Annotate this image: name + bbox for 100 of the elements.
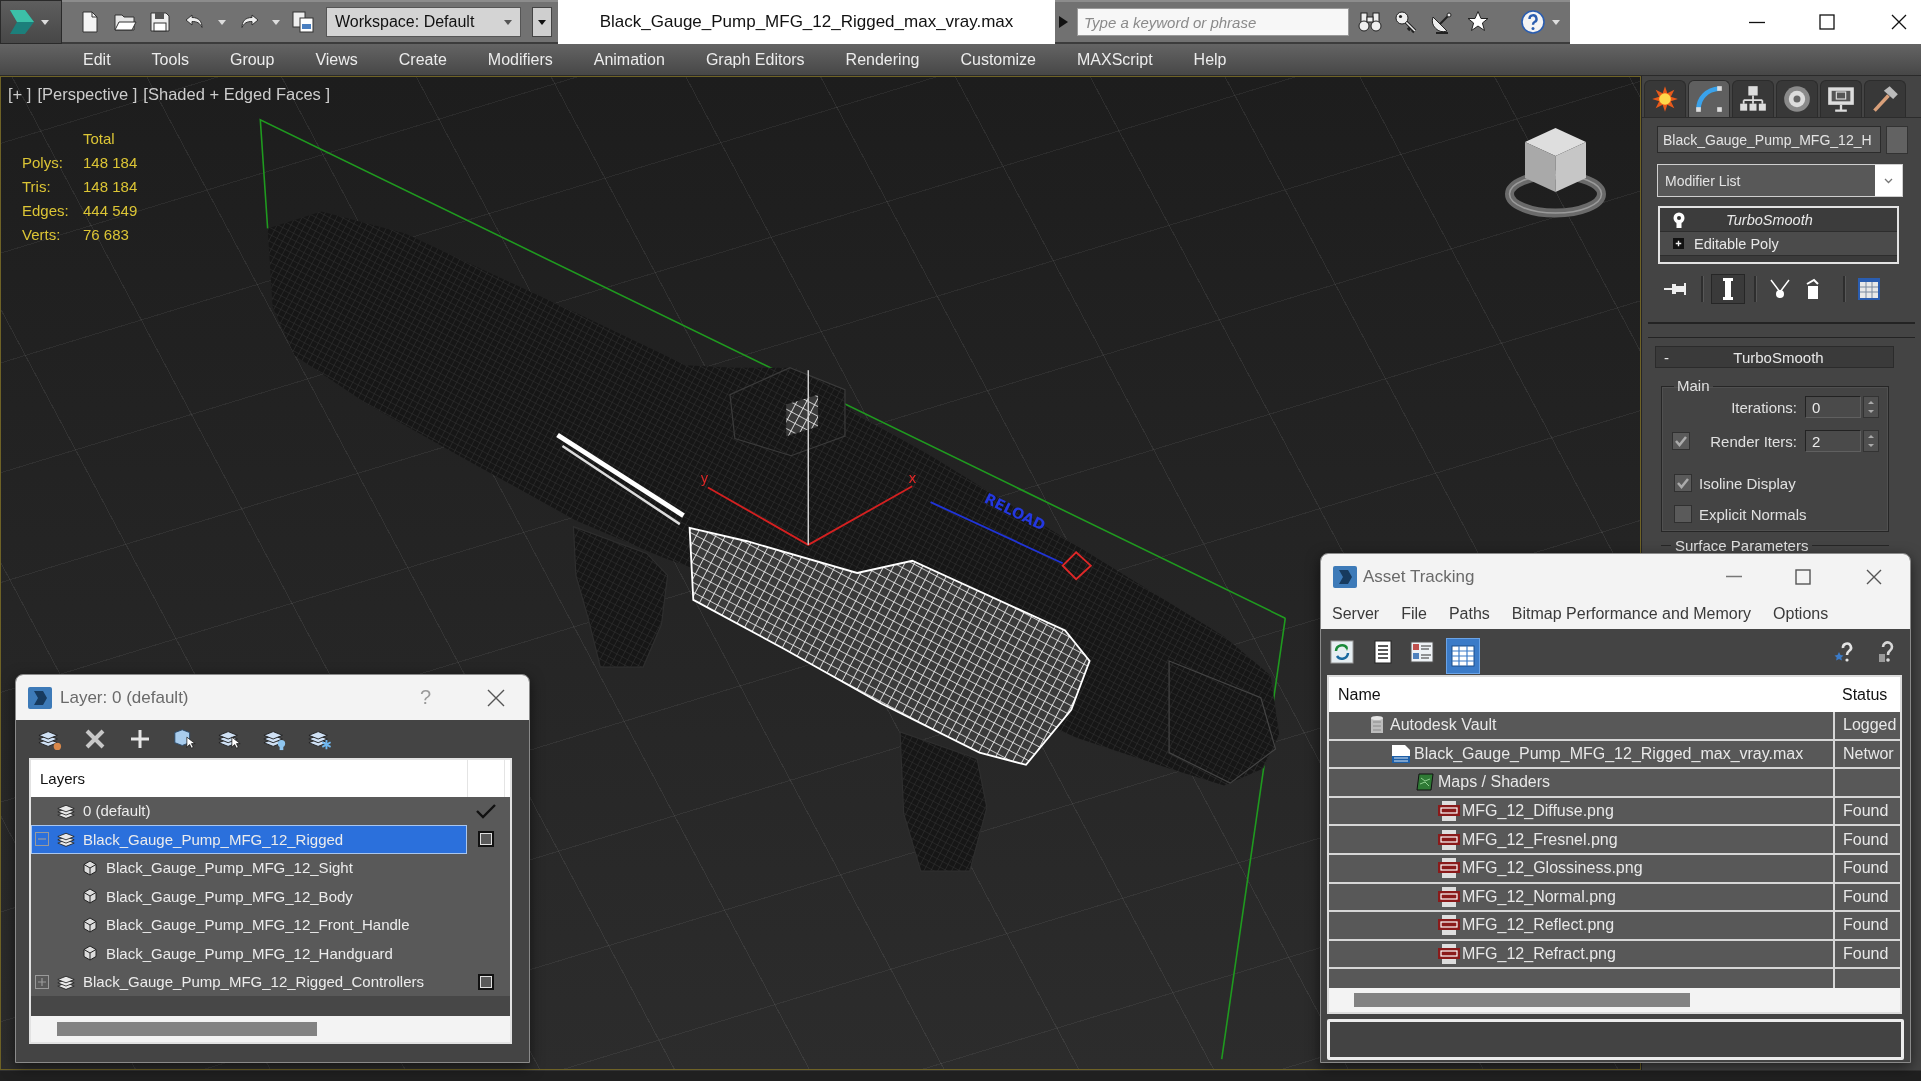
view-button[interactable]: [1446, 638, 1480, 674]
menu-item[interactable]: MAXScript: [1077, 50, 1153, 69]
spinner-field[interactable]: 2: [1805, 430, 1861, 452]
object-name-field[interactable]: Black_Gauge_Pump_MFG_12_H: [1657, 126, 1881, 153]
panel-tab[interactable]: [1776, 80, 1818, 117]
spinner-label: Render Iters:: [1710, 432, 1797, 450]
panel-tab[interactable]: [1820, 80, 1862, 117]
menu-item[interactable]: Rendering: [845, 50, 920, 69]
menu-item[interactable]: Edit: [83, 50, 111, 69]
layer-item[interactable]: Black_Gauge_Pump_MFG_12_Rigged: [31, 825, 467, 854]
spinner-arrows-icon[interactable]: [1863, 396, 1879, 418]
rollout-header[interactable]: - TurboSmooth: [1655, 346, 1894, 368]
search-field[interactable]: Type a keyword or phrase: [1077, 8, 1349, 36]
panel-tab[interactable]: [1864, 80, 1906, 117]
binoculars-icon[interactable]: [1358, 10, 1382, 34]
menu-item[interactable]: Server: [1332, 605, 1380, 623]
check-icon[interactable]: [474, 802, 497, 819]
close-icon[interactable]: [1866, 568, 1882, 585]
close-icon[interactable]: [1891, 14, 1907, 30]
menu-item[interactable]: File: [1401, 605, 1427, 623]
asset-row[interactable]: MFG_12_Glossiness.png Found: [1329, 854, 1900, 884]
menu-item[interactable]: Options: [1773, 605, 1829, 623]
satellite-dish-icon[interactable]: [1430, 10, 1454, 34]
cube-cursor-icon[interactable]: [173, 727, 197, 751]
modifier-list-dropdown[interactable]: Modifier List: [1657, 164, 1903, 197]
maximize-icon[interactable]: [1795, 568, 1811, 585]
color-swatch-icon[interactable]: [1886, 126, 1908, 154]
window-grid-icon[interactable]: [1857, 277, 1881, 301]
menu-item[interactable]: Views: [315, 50, 358, 69]
collapse-sign[interactable]: -: [1664, 348, 1684, 366]
menu-item[interactable]: Tools: [151, 50, 189, 69]
asset-row[interactable]: Maps / Shaders: [1329, 769, 1900, 798]
status-text: Logged: [1843, 716, 1897, 735]
stack-item[interactable]: Editable Poly: [1660, 232, 1897, 256]
asset-row[interactable]: MFG_12_Fresnel.png Found: [1329, 826, 1900, 855]
triangle-right-icon[interactable]: [1059, 16, 1068, 28]
end-result-button[interactable]: [1711, 274, 1745, 304]
checkbox[interactable]: [1674, 505, 1692, 523]
list-icon[interactable]: [1371, 640, 1395, 664]
text-field[interactable]: [1327, 1019, 1904, 1061]
stats-label: Polys:: [22, 153, 64, 171]
panel-tab[interactable]: [1688, 80, 1730, 117]
menu-item[interactable]: Create: [398, 50, 447, 69]
image-file-icon: [1438, 858, 1460, 879]
asset-row[interactable]: MFG_12_Normal.png Found: [1329, 883, 1900, 913]
app-menu-button[interactable]: [0, 0, 62, 44]
workspace-dropdown[interactable]: Workspace: Default: [326, 7, 521, 37]
asset-row[interactable]: MFG_12_Reflect.png Found: [1329, 912, 1900, 941]
checkbox[interactable]: [1672, 432, 1690, 450]
caret-icon[interactable]: [218, 19, 226, 25]
menu-item[interactable]: Modifiers: [487, 50, 553, 69]
menu-item[interactable]: Customize: [960, 50, 1036, 69]
maximize-icon[interactable]: [1819, 14, 1835, 30]
status-text: Found: [1843, 802, 1889, 821]
panel-tab[interactable]: [1732, 80, 1774, 117]
menu-item[interactable]: Graph Editors: [705, 50, 805, 69]
thumbnails-icon[interactable]: [1410, 640, 1434, 664]
arc-icon: [1695, 85, 1723, 113]
square-icon[interactable]: [477, 831, 494, 848]
caret-icon[interactable]: [41, 19, 49, 25]
panel-tab[interactable]: [1644, 80, 1686, 117]
spinner-label: Iterations:: [1731, 398, 1797, 416]
fork-icon[interactable]: [1769, 278, 1791, 300]
caret-icon[interactable]: [1552, 19, 1560, 25]
grid-icon[interactable]: [1451, 645, 1475, 667]
scrollbar-thumb[interactable]: [1354, 993, 1690, 1008]
checkbox[interactable]: [1674, 474, 1692, 492]
close-icon[interactable]: [487, 688, 505, 707]
spinner-arrows-icon[interactable]: [1863, 430, 1879, 452]
asset-row[interactable]: MFG_12_Diffuse.png Found: [1329, 797, 1900, 827]
menu-item[interactable]: Paths: [1448, 605, 1490, 623]
asset-row[interactable]: MFG_12_Refract.png Found: [1329, 940, 1900, 970]
menu-item[interactable]: Animation: [593, 50, 665, 69]
viewport-menu-label[interactable]: [Shaded + Edged Faces ]: [143, 84, 331, 104]
menu-item[interactable]: Help: [1193, 50, 1227, 69]
viewport-menu-label[interactable]: [+ ]: [8, 84, 32, 104]
plus-box-icon[interactable]: [1673, 238, 1684, 249]
toolbar-options-button[interactable]: [532, 7, 552, 37]
column-header[interactable]: Status: [1833, 685, 1900, 704]
scrollbar-thumb[interactable]: [57, 1022, 317, 1037]
image-file-icon: [1438, 801, 1460, 822]
help-icon[interactable]: [1521, 10, 1545, 34]
caret-icon[interactable]: [272, 19, 280, 25]
square-icon[interactable]: [477, 973, 494, 990]
group-label: Main: [1676, 378, 1711, 394]
save-icon[interactable]: [148, 10, 172, 34]
spinner-field[interactable]: 0: [1805, 396, 1861, 418]
plus-icon[interactable]: [128, 727, 152, 751]
pin-icon[interactable]: [1663, 281, 1687, 297]
minimize-icon[interactable]: [1749, 20, 1765, 24]
delete-icon[interactable]: [83, 727, 107, 751]
stats-value: 444 549: [83, 201, 138, 219]
viewport-menu-label[interactable]: [Perspective ]: [37, 84, 138, 104]
documents-icon[interactable]: [291, 10, 315, 34]
asset-row[interactable]: Black_Gauge_Pump_MFG_12_Rigged_max_vray.max Networ: [1329, 740, 1900, 770]
asset-row[interactable]: Autodesk Vault Logged: [1329, 712, 1900, 741]
refresh-icon[interactable]: [1330, 640, 1354, 664]
key-icon[interactable]: [1394, 10, 1418, 34]
star-icon[interactable]: [1466, 10, 1490, 34]
menu-item[interactable]: Group: [229, 50, 275, 69]
